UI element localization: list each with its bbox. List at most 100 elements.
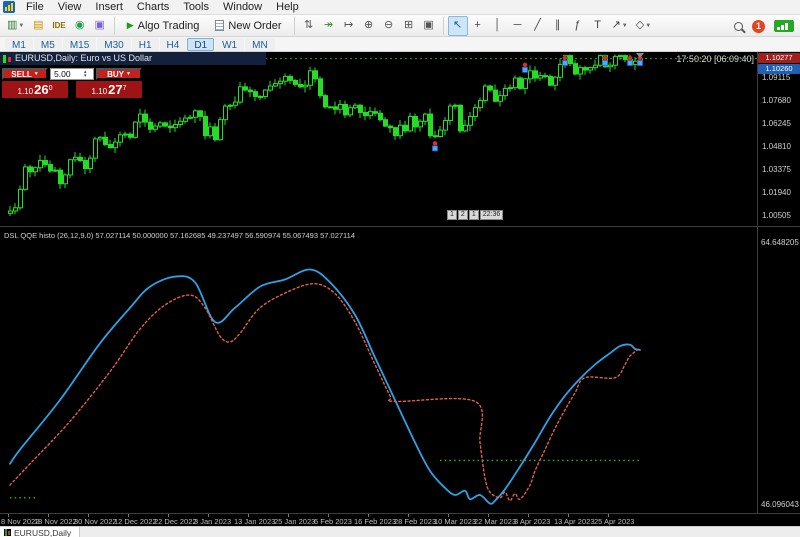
zoom-out-icon: ⊖ [384, 20, 393, 31]
vertical-line-button[interactable]: │ [488, 16, 508, 36]
timeframe-m1[interactable]: M1 [5, 38, 33, 51]
zoom-in-button[interactable]: ⊕ [359, 16, 379, 36]
fibonacci-icon: ƒ [575, 20, 581, 31]
chart-tab-eurusd[interactable]: EURUSD,Daily [0, 527, 80, 537]
shapes-button[interactable]: ◇▼ [632, 16, 655, 36]
tile-windows-button[interactable]: ⊞ [399, 16, 419, 36]
trendline-icon: ╱ [534, 20, 541, 31]
indicator-pane-canvas[interactable] [0, 228, 758, 513]
menu-insert[interactable]: Insert [88, 0, 130, 14]
crosshair-button[interactable]: + [468, 16, 488, 36]
sell-button[interactable]: SELL ▼ [2, 68, 48, 80]
algo-trading-button[interactable]: ▶ Algo Trading [119, 16, 208, 36]
vertical-line-icon: │ [494, 20, 501, 31]
cursor-button[interactable]: ↖ [448, 16, 468, 36]
date-axis-label: 12 Dec 2022 [114, 517, 157, 526]
crosshair-icon: + [474, 20, 480, 31]
price-axis-label: 1.09115 [762, 73, 790, 82]
trade-signal-markers [433, 56, 643, 151]
date-axis-label: 10 Mar 2023 [434, 517, 476, 526]
buy-price-box[interactable]: 1.10 27 7 [76, 81, 142, 98]
date-axis-label: 30 Nov 2022 [74, 517, 117, 526]
pane-splitter[interactable] [0, 226, 800, 227]
toolbar-separator [114, 17, 115, 35]
new-window-icon: ▣ [423, 20, 433, 31]
date-axis-label: 3 Apr 2023 [514, 517, 550, 526]
main-toolbar: ▥▼▤IDE◉▣ ▶ Algo Trading New Order ⇅↠↦⊕⊖⊞… [0, 15, 800, 37]
toolbar-separator [294, 17, 295, 35]
chart-clock: 17:50:20 [06:09:40] [676, 54, 754, 64]
timeframe-m15[interactable]: M15 [63, 38, 96, 51]
fibonacci-button[interactable]: ƒ [568, 16, 588, 36]
timeframe-m30[interactable]: M30 [97, 38, 130, 51]
chevron-down-icon: ▼ [34, 71, 39, 77]
layouts-button[interactable]: ▣ [90, 16, 110, 36]
date-axis-label: 16 Feb 2023 [354, 517, 396, 526]
mt5-window: FileViewInsertChartsToolsWindowHelp ▥▼▤I… [0, 0, 800, 537]
date-axis-label: 6 Feb 2023 [314, 517, 352, 526]
chevron-down-icon: ▼ [126, 71, 131, 77]
price-axis-label: 1.07680 [762, 96, 791, 105]
chart-shift-button[interactable]: ↦ [339, 16, 359, 36]
timeframe-mn[interactable]: MN [245, 38, 275, 51]
lot-size-field[interactable]: ▲▼ [50, 68, 94, 80]
buy-button[interactable]: BUY ▼ [96, 68, 142, 80]
menu-tools[interactable]: Tools [176, 0, 216, 14]
timeframe-m5[interactable]: M5 [34, 38, 62, 51]
search-icon[interactable] [734, 22, 743, 31]
sell-price-point: 0 [49, 85, 53, 92]
text-icon: T [594, 20, 601, 31]
scale-toggle-icon: ⇅ [304, 20, 313, 31]
text-button[interactable]: T [588, 16, 608, 36]
menu-items: FileViewInsertChartsToolsWindowHelp [19, 0, 306, 14]
date-axis-label: 18 Nov 2022 [34, 517, 77, 526]
profiles-button[interactable]: ▤ [28, 16, 48, 36]
buy-price-base: 1.10 [92, 87, 108, 96]
new-chart-icon: ▥ [7, 20, 17, 31]
notification-badge[interactable]: 1 [752, 20, 765, 33]
auto-scroll-button[interactable]: ↠ [319, 16, 339, 36]
trendline-button[interactable]: ╱ [528, 16, 548, 36]
timeframe-d1[interactable]: D1 [187, 38, 214, 51]
date-axis-label: 13 Jan 2023 [234, 517, 275, 526]
countdown-value: 1 [469, 210, 479, 220]
channel-icon: ∥ [555, 20, 561, 31]
indicator-max-label: 64.648205 [761, 238, 799, 247]
metaeditor-button[interactable]: IDE [48, 16, 69, 36]
price-axis-label: 1.04810 [762, 142, 791, 151]
menu-window[interactable]: Window [216, 0, 269, 14]
menu-charts[interactable]: Charts [130, 0, 176, 14]
timeframe-w1[interactable]: W1 [215, 38, 244, 51]
indicator-min-label: 46.096043 [761, 500, 799, 509]
lot-size-input[interactable] [51, 69, 83, 79]
new-order-button[interactable]: New Order [207, 16, 289, 36]
sell-signal-icon [563, 56, 568, 66]
horizontal-line-button[interactable]: ─ [508, 16, 528, 36]
new-window-button[interactable]: ▣ [419, 16, 439, 36]
sell-signal-icon [628, 56, 633, 66]
layouts-icon: ▣ [95, 20, 105, 31]
new-chart-button[interactable]: ▥▼ [3, 16, 28, 36]
countdown-value: 22:36 [480, 210, 504, 220]
sell-price-box[interactable]: 1.10 26 0 [2, 81, 68, 98]
metaeditor-icon: IDE [52, 22, 65, 30]
qqe-line [10, 269, 640, 503]
timeframe-h1[interactable]: H1 [132, 38, 159, 51]
chevron-down-icon: ▼ [622, 23, 628, 29]
algo-status-icon-button[interactable]: ◉ [70, 16, 90, 36]
timeframe-h4[interactable]: H4 [160, 38, 187, 51]
tile-windows-icon: ⊞ [404, 20, 413, 31]
price-axis-label: 1.03375 [762, 165, 791, 174]
zoom-out-button[interactable]: ⊖ [379, 16, 399, 36]
lot-spinner[interactable]: ▲▼ [83, 70, 87, 78]
countdown-value: 2 [458, 210, 468, 220]
menu-view[interactable]: View [51, 0, 89, 14]
menu-help[interactable]: Help [269, 0, 306, 14]
scale-toggle-button[interactable]: ⇅ [299, 16, 319, 36]
zoom-in-icon: ⊕ [364, 20, 373, 31]
menu-file[interactable]: File [19, 0, 51, 14]
channel-button[interactable]: ∥ [548, 16, 568, 36]
chart-shift-marker[interactable] [636, 53, 644, 58]
arrows-button[interactable]: ↗▼ [608, 16, 632, 36]
price-axis-label: 1.01940 [762, 188, 791, 197]
